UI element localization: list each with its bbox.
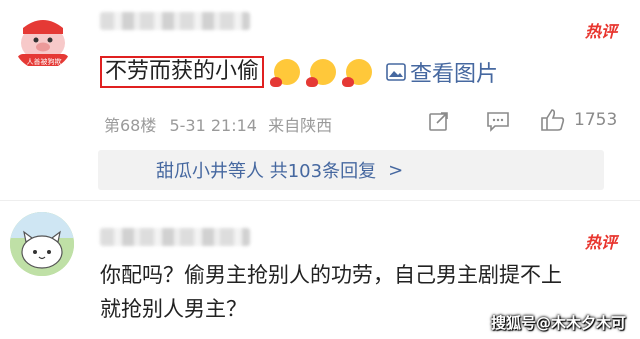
reply-button[interactable]: [486, 110, 510, 136]
comment-date: 5-31 21:14: [169, 116, 257, 135]
heart-face-emoji-icon: [342, 59, 373, 87]
share-icon: [429, 112, 448, 131]
share-button[interactable]: [428, 110, 450, 136]
avatar-badge: 人善被狗欺: [26, 58, 62, 66]
comment-body: 不劳而获的小偷 查看图片: [100, 56, 498, 88]
view-images-label: 查看图片: [410, 62, 499, 87]
heart-face-emoji-icon: [270, 59, 301, 87]
watermark: 搜狐号@木木夕木可: [490, 314, 626, 332]
cartoon-cat-avatar-icon: [10, 212, 74, 276]
thumbs-up-icon: [541, 109, 565, 131]
username-blurred[interactable]: [100, 12, 250, 30]
like-button[interactable]: 1753: [540, 108, 617, 132]
replies-summary-text: 甜瓜小井等人 共103条回复: [156, 161, 377, 182]
user-avatar[interactable]: [10, 212, 74, 276]
like-count: 1753: [574, 110, 618, 130]
floor-number: 第68楼: [104, 116, 157, 135]
hot-comment-badge: 热评: [585, 22, 618, 41]
replies-summary[interactable]: 甜瓜小井等人 共103条回复 >: [98, 150, 604, 190]
username-blurred[interactable]: [100, 228, 250, 246]
comment-meta: 第68楼 5-31 21:14 来自陕西: [104, 112, 332, 136]
comment-location: 来自陕西: [268, 116, 333, 135]
comment-icon: [487, 112, 509, 132]
chevron-right-icon: >: [388, 159, 404, 181]
hot-comment-badge: 热评: [585, 233, 618, 252]
divider: [0, 200, 640, 201]
view-images-link[interactable]: 查看图片: [386, 56, 498, 88]
heart-face-emoji-icon: [306, 59, 337, 87]
comment-text: 不劳而获的小偷: [100, 56, 265, 88]
image-icon: [386, 63, 406, 81]
